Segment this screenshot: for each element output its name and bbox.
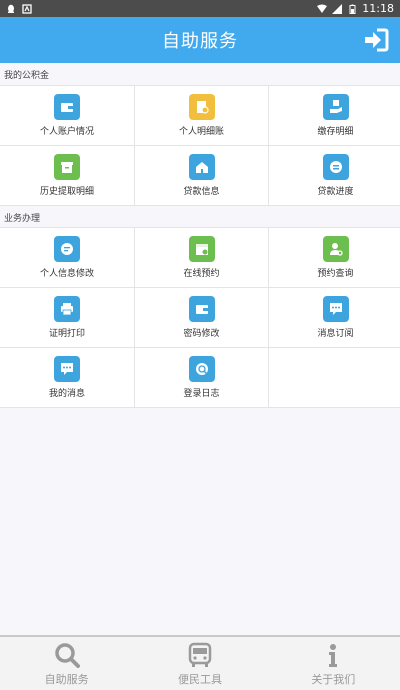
user-search-icon bbox=[322, 236, 349, 262]
grid-item-certificate-print[interactable]: 证明打印 bbox=[0, 288, 134, 347]
grid-item-label: 个人账户情况 bbox=[39, 127, 94, 137]
grid-item-message-subscribe[interactable]: 消息订阅 bbox=[269, 288, 400, 347]
notification-app-icon bbox=[22, 3, 32, 14]
section-label-fund: 我的公积金 bbox=[4, 71, 50, 81]
grid-item-booking-query[interactable]: 预约查询 bbox=[269, 228, 400, 287]
grid-item-deposit-detail[interactable]: 缴存明细 bbox=[269, 86, 400, 145]
password-icon bbox=[188, 296, 215, 322]
grid-item-label: 我的消息 bbox=[48, 389, 85, 399]
nav-label: 便民工具 bbox=[177, 673, 222, 686]
signal-icon bbox=[332, 3, 343, 14]
grid-item-label: 在线预约 bbox=[183, 269, 220, 279]
grid-item-label: 个人明细账 bbox=[178, 127, 224, 137]
grid-item-online-booking[interactable]: 在线预约 bbox=[135, 228, 268, 287]
deposit-hand-icon bbox=[322, 94, 349, 120]
nav-label: 关于我们 bbox=[311, 673, 356, 686]
archive-icon bbox=[54, 154, 80, 180]
chat-icon bbox=[54, 356, 80, 382]
edit-info-icon bbox=[54, 236, 80, 262]
grid-item-label: 贷款信息 bbox=[183, 187, 220, 197]
bottom-nav: 自助服务 便民工具 关于我们 bbox=[0, 635, 400, 690]
grid-item-withdraw-history[interactable]: 历史提取明细 bbox=[0, 146, 134, 205]
login-icon[interactable] bbox=[362, 26, 390, 54]
status-bar: 11:18 bbox=[0, 0, 400, 17]
grid-item-login-log[interactable]: 登录日志 bbox=[135, 348, 268, 407]
grid-item-label: 缴存明细 bbox=[317, 127, 354, 137]
house-icon bbox=[188, 154, 215, 180]
wallet-icon bbox=[54, 94, 80, 120]
grid-item-label: 个人信息修改 bbox=[39, 269, 94, 279]
section-label-business: 业务办理 bbox=[4, 214, 41, 224]
info-icon bbox=[329, 644, 338, 667]
nav-item-tools[interactable]: 便民工具 bbox=[133, 637, 266, 690]
calendar-icon bbox=[188, 236, 215, 262]
grid-item-loan-progress[interactable]: 贷款进度 bbox=[269, 146, 400, 205]
search-icon bbox=[54, 643, 80, 668]
grid-item-loan-info[interactable]: 贷款信息 bbox=[135, 146, 268, 205]
message-subscribe-icon bbox=[322, 296, 349, 322]
page-title: 自助服务 bbox=[162, 31, 238, 52]
grid-item-label: 贷款进度 bbox=[317, 187, 354, 197]
wifi-icon bbox=[317, 4, 328, 13]
log-icon bbox=[188, 356, 215, 382]
grid-item-label: 历史提取明细 bbox=[39, 187, 94, 197]
ledger-icon bbox=[188, 94, 215, 120]
grid-item-label: 登录日志 bbox=[183, 389, 220, 399]
battery-icon bbox=[349, 4, 356, 14]
fund-grid: 个人账户情况 个人明细账 缴存明细 历史提取明细 贷款信息 贷款进度 bbox=[0, 85, 400, 206]
grid-item-account-status[interactable]: 个人账户情况 bbox=[0, 86, 134, 145]
nav-label: 自助服务 bbox=[44, 673, 89, 686]
grid-item-edit-info[interactable]: 个人信息修改 bbox=[0, 228, 134, 287]
grid-item-label: 密码修改 bbox=[183, 329, 220, 339]
grid-item-personal-ledger[interactable]: 个人明细账 bbox=[135, 86, 268, 145]
grid-item-label: 证明打印 bbox=[48, 329, 85, 339]
notification-qq-icon bbox=[8, 4, 14, 13]
progress-icon bbox=[322, 154, 349, 180]
app-bar: 自助服务 bbox=[0, 17, 400, 63]
status-time: 11:18 bbox=[362, 2, 394, 15]
grid-item-password-change[interactable]: 密码修改 bbox=[135, 288, 268, 347]
printer-icon bbox=[54, 296, 80, 322]
business-grid: 个人信息修改 在线预约 预约查询 证明打印 密码修改 消息订阅 我的消息 登录日… bbox=[0, 227, 400, 408]
grid-item-label: 预约查询 bbox=[317, 269, 354, 279]
grid-item-empty bbox=[269, 348, 400, 407]
grid-item-label: 消息订阅 bbox=[317, 329, 354, 339]
nav-item-about[interactable]: 关于我们 bbox=[267, 637, 400, 690]
bus-icon bbox=[188, 642, 212, 667]
nav-item-self-service[interactable]: 自助服务 bbox=[0, 637, 133, 690]
grid-item-my-messages[interactable]: 我的消息 bbox=[0, 348, 134, 407]
